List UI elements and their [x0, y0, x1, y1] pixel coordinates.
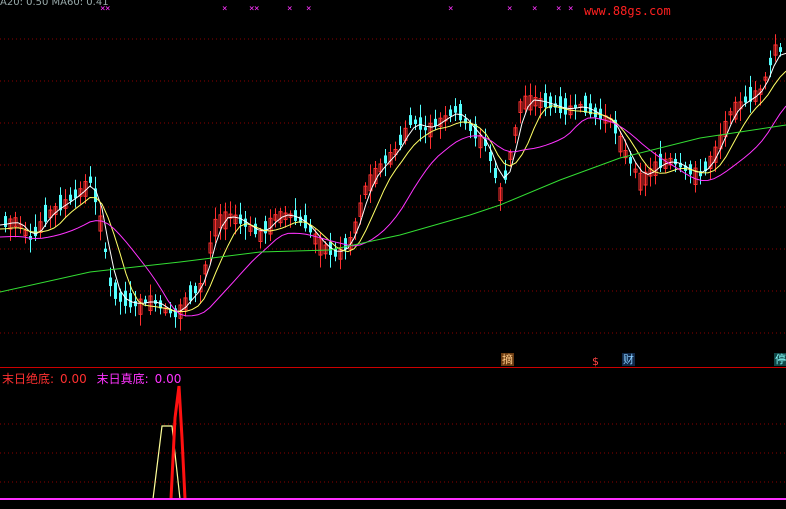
signal-x-marker: ×: [448, 4, 454, 14]
candle-down: [744, 96, 747, 103]
candle-down: [89, 176, 92, 183]
candle-down: [449, 109, 452, 116]
candle-down: [584, 95, 587, 113]
ma-legend-label: A20: 0.50 MA60: 0.41: [0, 0, 109, 8]
candlestick-chart[interactable]: [0, 0, 786, 368]
signal-x-marker: ×: [568, 4, 574, 14]
signal-x-marker: ×: [556, 4, 562, 14]
indicator-panel[interactable]: [0, 368, 786, 505]
candle-down: [189, 285, 192, 301]
candle-down: [674, 158, 677, 165]
signal-yellow: [152, 425, 181, 500]
ma-line-short: [0, 52, 786, 312]
candle-down: [74, 189, 77, 199]
candle-down: [119, 292, 122, 302]
watermark-url: www.88gs.com: [584, 4, 671, 18]
candle-down: [434, 118, 437, 127]
signal-x-marker: ×: [254, 4, 260, 14]
indicator-chart[interactable]: [0, 368, 786, 505]
signal-x-marker: ×: [287, 4, 293, 14]
candle-down: [494, 168, 497, 178]
event-tag[interactable]: 停: [774, 353, 786, 366]
candle-down: [464, 118, 467, 124]
signal-x-marker: ×: [306, 4, 312, 14]
candle-down: [594, 107, 597, 118]
candle-down: [769, 57, 772, 66]
candle-down: [574, 104, 577, 108]
indicator-label-2: 末日真底:: [96, 372, 149, 386]
candle-down: [454, 106, 457, 113]
candle-down: [409, 115, 412, 125]
candle-down: [104, 248, 107, 253]
candle-down: [459, 103, 462, 121]
candle-down: [414, 119, 417, 124]
signal-x-marker: ×: [532, 4, 538, 14]
signal-x-marker: ×: [105, 4, 111, 14]
candle-down: [779, 47, 782, 52]
candle-down: [419, 117, 422, 130]
candle-down: [264, 221, 267, 234]
candle-down: [44, 204, 47, 222]
candle-down: [114, 282, 117, 299]
indicator-value-2: 0.00: [154, 372, 182, 386]
price-chart-panel[interactable]: [0, 0, 786, 368]
candle-down: [134, 301, 137, 307]
ma-line-verylong: [0, 124, 786, 293]
signal-x-marker: ×: [222, 4, 228, 14]
candle-down: [384, 155, 387, 164]
ma-line-mid: [0, 70, 786, 313]
candle-down: [34, 226, 37, 237]
event-tag[interactable]: 摘: [501, 353, 514, 366]
candle-down: [399, 134, 402, 146]
event-tag[interactable]: $: [591, 355, 600, 368]
candle-down: [244, 218, 247, 227]
candle-down: [4, 216, 7, 227]
candle-down: [544, 93, 547, 108]
candle-down: [489, 152, 492, 162]
indicator-label-1: 末日绝底:: [2, 372, 55, 386]
candle-down: [69, 194, 72, 201]
candle-down: [109, 277, 112, 287]
event-tag[interactable]: 财: [622, 353, 635, 366]
candles: [4, 34, 782, 331]
candle-down: [564, 98, 567, 115]
candle-down: [629, 157, 632, 164]
candle-down: [194, 285, 197, 294]
indicator-legend: 末日绝底: 0.00 末日真底: 0.00: [2, 370, 187, 387]
candle-down: [559, 96, 562, 114]
signal-x-marker: ×: [507, 4, 513, 14]
candle-down: [294, 210, 297, 221]
indicator-value-1: 0.00: [60, 372, 87, 386]
candle-down: [424, 127, 427, 131]
